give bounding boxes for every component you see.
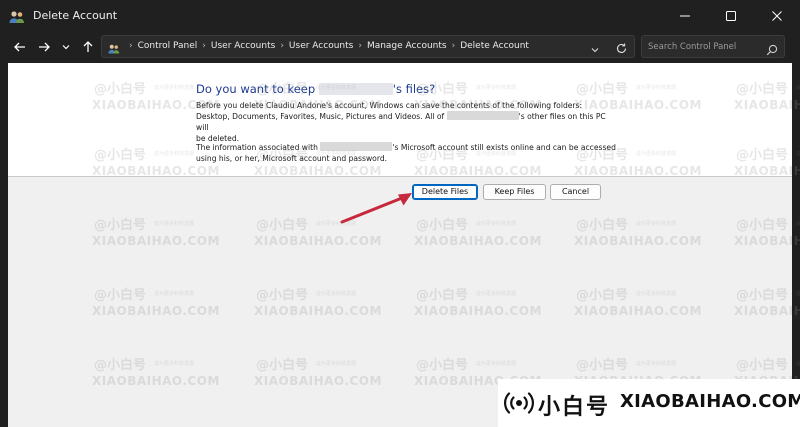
message-panel: Do you want to keep 's files? Before you…: [8, 63, 792, 177]
watermark-text: 成为更多科技发展: [796, 85, 800, 91]
p1-line2: Desktop, Documents, Favorites, Music, Pi…: [196, 112, 445, 121]
search-input[interactable]: [648, 40, 758, 54]
search-icon[interactable]: [766, 41, 778, 60]
breadcrumb: › Control Panel › User Accounts › User Accoun…: [124, 41, 529, 51]
arrow-left-icon: [14, 42, 25, 52]
arrow-up-icon: [83, 41, 93, 52]
delete-files-button[interactable]: Delete Files: [412, 184, 478, 200]
chevron-down-icon: [591, 48, 599, 53]
breadcrumb-separator-icon: ›: [358, 41, 362, 51]
brand-name-cn: 小白号: [538, 395, 611, 420]
microsoft-account-note: The information associated with 's Micro…: [196, 142, 616, 164]
refresh-button[interactable]: [615, 40, 628, 59]
maximize-button[interactable]: [708, 0, 754, 32]
watermark-text: 成为更多科技发展: [796, 221, 800, 227]
watermark-text: 成为更多科技发展: [796, 151, 800, 157]
refresh-icon: [616, 43, 627, 53]
breadcrumb-separator-icon: ›: [202, 41, 206, 51]
dialog-content: Do you want to keep 's files? Before you…: [8, 63, 792, 427]
user-accounts-icon: [9, 9, 25, 23]
breadcrumb-control-panel[interactable]: Control Panel: [138, 41, 198, 51]
p2-line1b: 's Microsoft account still exists online…: [392, 143, 616, 152]
arrow-right-icon: [39, 42, 50, 52]
redacted-username: [320, 142, 393, 151]
breadcrumb-user-accounts-2[interactable]: User Accounts: [289, 41, 353, 51]
brand-banner: 小白号 XIAOBAIHAO.COM: [498, 379, 800, 427]
dialog-heading: Do you want to keep 's files?: [196, 82, 435, 96]
chevron-down-icon: [62, 45, 70, 50]
back-button[interactable]: [11, 38, 29, 56]
broadcast-icon: [504, 392, 534, 414]
maximize-icon: [726, 11, 736, 21]
minimize-button[interactable]: [662, 0, 708, 32]
annotation-arrow-icon: [340, 193, 412, 224]
title-bar: Delete Account: [0, 0, 800, 32]
brand-name-en: XIAOBAIHAO.COM: [620, 391, 800, 412]
redacted-username: [318, 83, 393, 95]
breadcrumb-user-accounts[interactable]: User Accounts: [211, 41, 275, 51]
window-title: Delete Account: [33, 9, 118, 22]
cancel-button[interactable]: Cancel: [550, 184, 601, 200]
close-button[interactable]: [754, 0, 800, 32]
breadcrumb-separator-icon: ›: [280, 41, 284, 51]
user-accounts-icon: [108, 40, 120, 59]
navigation-bar: › Control Panel › User Accounts › User Accoun…: [0, 32, 800, 62]
redacted-username: [446, 111, 519, 120]
folders-explanation: Before you delete Claudiu Andone's accou…: [196, 100, 616, 144]
up-button[interactable]: [79, 38, 97, 56]
keep-files-button[interactable]: Keep Files: [483, 184, 546, 200]
breadcrumb-delete-account[interactable]: Delete Account: [460, 41, 529, 51]
delete-account-window: Delete Account › Control Panel › User Ac…: [0, 0, 800, 427]
breadcrumb-separator-icon: ›: [451, 41, 456, 51]
watermark-text: 成为更多科技发展: [796, 291, 800, 297]
search-box[interactable]: [641, 35, 785, 58]
close-icon: [772, 11, 782, 21]
heading-prefix: Do you want to keep: [196, 82, 316, 96]
heading-suffix: 's files?: [392, 82, 436, 96]
minimize-icon: [680, 15, 690, 17]
p1-line1: Before you delete Claudiu Andone's accou…: [196, 101, 583, 110]
breadcrumb-separator-icon: ›: [129, 41, 133, 51]
recent-locations-button[interactable]: [59, 38, 77, 56]
address-dropdown-button[interactable]: [590, 41, 600, 60]
breadcrumb-manage-accounts[interactable]: Manage Accounts: [367, 41, 447, 51]
p2-line1: The information associated with: [196, 143, 318, 152]
p2-line2: using his, or her, Microsoft account and…: [196, 154, 388, 163]
forward-button[interactable]: [35, 38, 53, 56]
address-bar[interactable]: › Control Panel › User Accounts › User Accoun…: [101, 35, 635, 58]
watermark-text: 成为更多科技发展: [796, 361, 800, 367]
